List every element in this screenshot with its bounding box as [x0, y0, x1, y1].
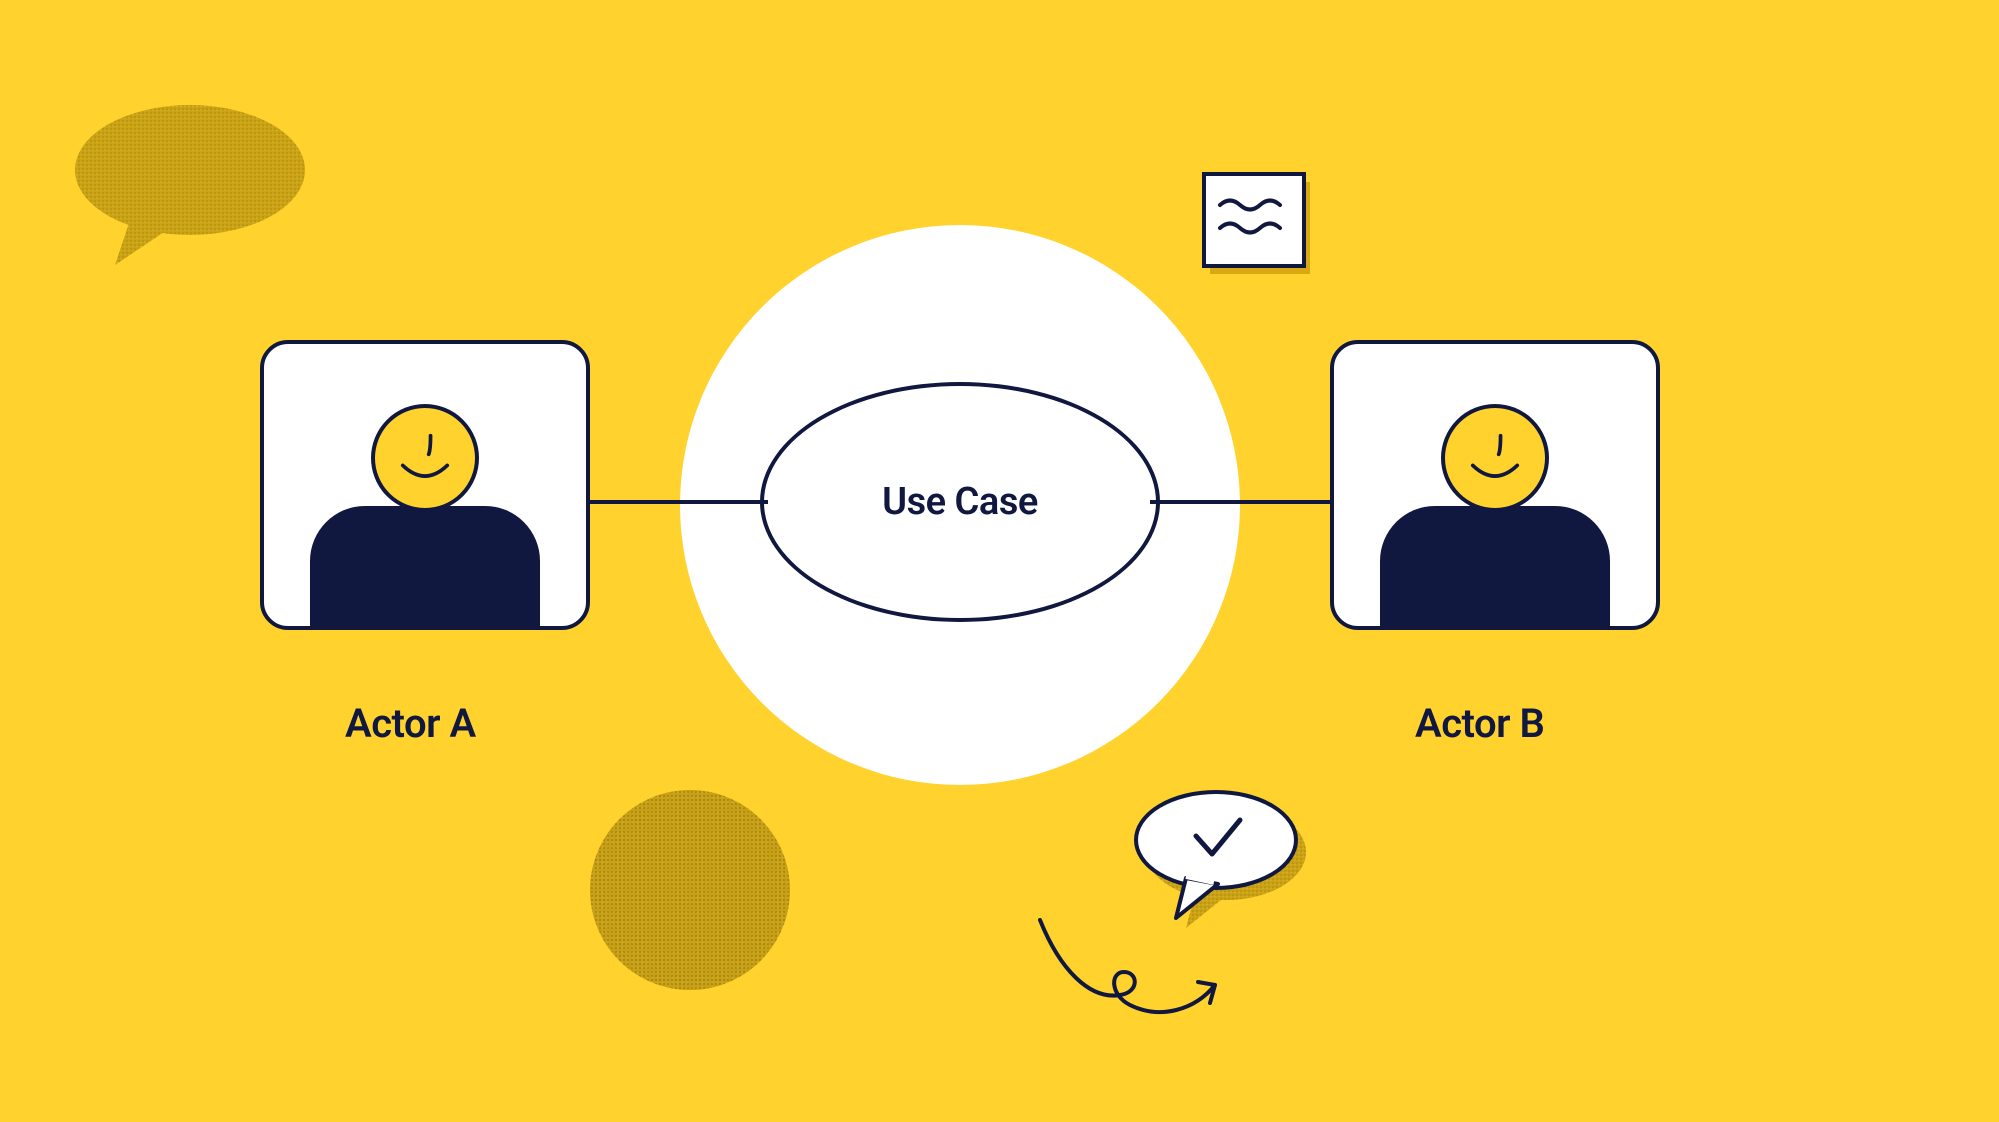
actor-a-card: [260, 340, 590, 630]
actor-b-label: Actor B: [1415, 700, 1544, 747]
connector-b: [1150, 500, 1330, 504]
actor-head-icon: [371, 404, 479, 512]
speech-bubble-icon: [70, 100, 310, 270]
actor-a-label: Actor A: [345, 700, 476, 747]
arrow-swirl-icon: [1020, 910, 1240, 1070]
note-icon: [1200, 170, 1320, 280]
actor-body-icon: [1380, 506, 1610, 630]
connector-a: [588, 500, 768, 504]
actor-body-icon: [310, 506, 540, 630]
actor-head-icon: [1441, 404, 1549, 512]
use-case-diagram: Use Case Actor A Actor B: [0, 0, 1999, 1122]
circle-decoration-icon: [590, 790, 790, 990]
use-case-label: Use Case: [882, 480, 1038, 524]
actor-b-card: [1330, 340, 1660, 630]
use-case-node: Use Case: [760, 382, 1160, 622]
